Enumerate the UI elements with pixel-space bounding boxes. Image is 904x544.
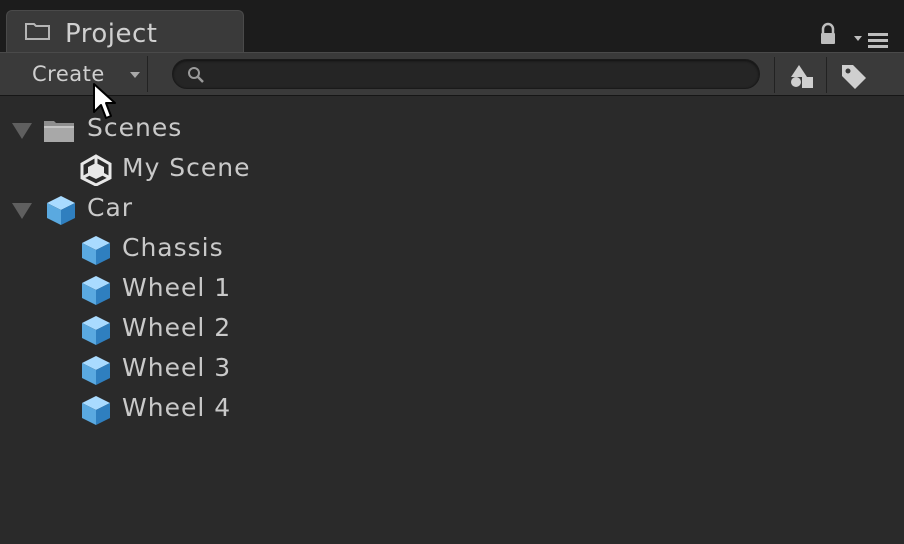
folder-icon xyxy=(25,23,50,40)
toolbar: Create xyxy=(0,52,904,96)
tree-item-wheel-2[interactable]: Wheel 2 xyxy=(0,310,900,350)
toolbar-divider xyxy=(774,57,775,93)
tree-item-label: Chassis xyxy=(122,233,224,262)
tree-item-label: Wheel 3 xyxy=(122,353,232,382)
panel-menu-icon[interactable] xyxy=(852,30,890,50)
tab-title: Project xyxy=(65,19,158,49)
tree-item-label: Car xyxy=(87,193,134,222)
tree-item-label: Wheel 4 xyxy=(122,393,232,422)
project-window: Project Create Scenes My Scene Car Chass… xyxy=(0,0,904,544)
tree-item-label: My Scene xyxy=(122,153,251,182)
filter-by-label-icon xyxy=(842,65,866,89)
tree-item-wheel-4[interactable]: Wheel 4 xyxy=(0,390,900,430)
tree-item-scenes[interactable]: Scenes xyxy=(0,110,900,150)
create-button[interactable]: Create xyxy=(14,56,148,92)
prefab-cube-icon xyxy=(82,356,110,385)
expand-arrow-icon[interactable] xyxy=(12,123,32,139)
search-field[interactable] xyxy=(172,59,760,89)
tab-project[interactable]: Project xyxy=(6,10,244,52)
toolbar-divider xyxy=(826,57,827,93)
unity-scene-icon xyxy=(80,154,112,186)
search-icon xyxy=(188,67,204,83)
tree-item-my-scene[interactable]: My Scene xyxy=(0,150,900,190)
tree-item-label: Wheel 2 xyxy=(122,313,232,342)
mouse-cursor-icon xyxy=(93,83,116,119)
chevron-down-icon xyxy=(130,72,140,78)
prefab-cube-icon xyxy=(82,276,110,305)
tree-item-car[interactable]: Car xyxy=(0,190,900,230)
folder-icon xyxy=(44,121,74,142)
tree-item-wheel-3[interactable]: Wheel 3 xyxy=(0,350,900,390)
tab-bar: Project xyxy=(0,0,904,52)
tree-item-wheel-1[interactable]: Wheel 1 xyxy=(0,270,900,310)
lock-icon[interactable] xyxy=(818,22,838,46)
expand-arrow-icon[interactable] xyxy=(12,203,32,219)
project-tree: Scenes My Scene Car Chassis Wheel 1 Whee… xyxy=(0,96,904,544)
prefab-cube-icon xyxy=(82,396,110,425)
filter-by-type-button[interactable] xyxy=(776,57,824,93)
prefab-cube-icon xyxy=(82,316,110,345)
prefab-cube-icon xyxy=(82,236,110,265)
search-input[interactable] xyxy=(213,63,747,87)
filter-by-type-icon xyxy=(791,65,813,88)
filter-by-label-button[interactable] xyxy=(828,57,876,93)
tree-item-chassis[interactable]: Chassis xyxy=(0,230,900,270)
tree-item-label: Wheel 1 xyxy=(122,273,232,302)
prefab-cube-icon xyxy=(47,196,75,225)
